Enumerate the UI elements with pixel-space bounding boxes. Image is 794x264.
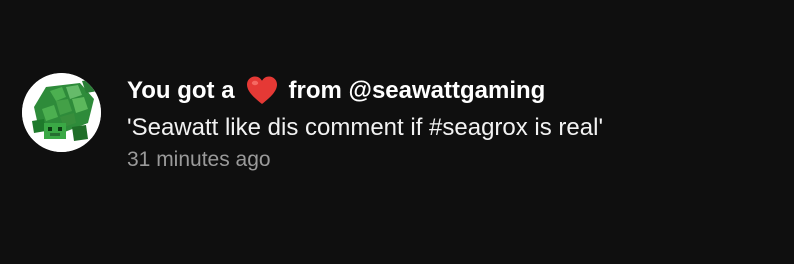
title-prefix: You got a [127,77,235,104]
timestamp: 31 minutes ago [127,148,271,171]
comment-text: 'Seawatt like dis comment if #seagrox is… [127,114,604,141]
title-suffix: from @seawattgaming [288,77,546,104]
notification-content: You got a from @seawattgaming 'Seawatt l… [127,74,767,174]
heart-icon [245,74,279,108]
avatar[interactable] [22,73,101,152]
sea-turtle-avatar-icon [22,73,101,152]
notification-card[interactable]: You got a from @seawattgaming 'Seawatt l… [0,0,794,264]
notification-title: You got a from @seawattgaming [127,74,767,108]
